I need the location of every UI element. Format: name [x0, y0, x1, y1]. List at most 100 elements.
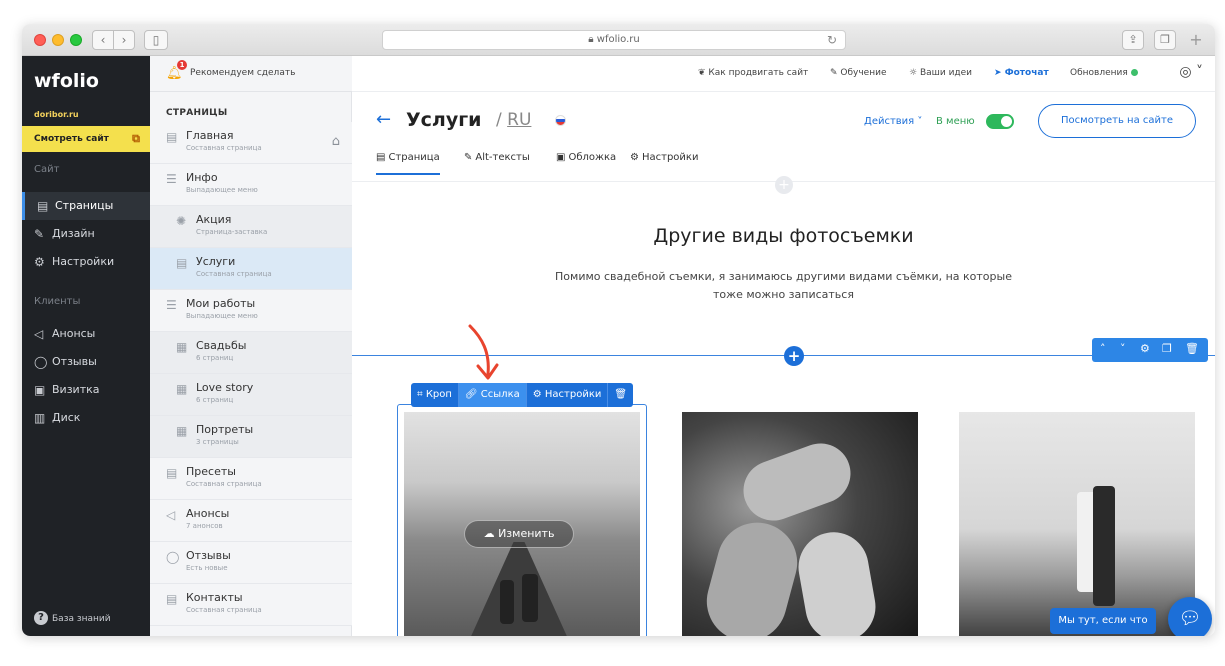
tabs-overview-icon[interactable]: ❐ — [1154, 30, 1176, 50]
image-settings-button[interactable]: ⚙ Настройки — [527, 383, 609, 407]
move-up-icon[interactable]: ˄ — [1100, 342, 1106, 355]
page-name: Главная — [186, 129, 234, 142]
brush-icon: ✎ — [34, 227, 45, 241]
page-name: Пресеты — [186, 465, 236, 478]
knowledge-base-link[interactable]: ? База знаний — [22, 602, 150, 636]
sprout-icon: ❦ — [698, 68, 709, 78]
sidebar-item-design[interactable]: ✎ Дизайн — [22, 220, 150, 248]
section-site: Сайт — [34, 164, 60, 175]
hand-shape — [735, 434, 859, 530]
minimize-window-button[interactable] — [52, 34, 64, 46]
add-block-button[interactable]: + — [784, 346, 804, 366]
view-on-site-button[interactable]: Посмотреть на сайте — [1038, 104, 1196, 138]
road-shape — [464, 542, 574, 636]
section-description[interactable]: Помимо свадебной съемки, я занимаюсь дру… — [552, 268, 1015, 304]
page-name: Свадьбы — [196, 339, 247, 352]
chat-bubble-icon[interactable]: 💬︎ — [1168, 597, 1212, 636]
page-item-my-works[interactable]: ☰ Мои работы Выпадающее меню — [150, 290, 352, 332]
gear-icon: ⚙ — [532, 389, 545, 400]
telegram-icon: ➤ — [994, 68, 1005, 78]
page-item-info[interactable]: ☰ Инфо Выпадающее меню — [150, 164, 352, 206]
address-bar[interactable]: 🔒︎ wfolio.ru ↻ — [382, 30, 846, 50]
page-item-contacts[interactable]: ▤ Контакты Составная страница — [150, 584, 352, 626]
crop-button[interactable]: ⌗ Кроп — [411, 383, 459, 407]
site-domain: doribor.ru — [34, 110, 79, 119]
main-sidebar: wfolio doribor.ru Смотреть сайт ⧉ Сайт ▤… — [22, 56, 150, 636]
ideas-link[interactable]: ☼ Ваши идеи — [909, 68, 972, 78]
page-item-love-story[interactable]: ▦ Love story 6 страниц — [150, 374, 352, 416]
grid-icon: ▦ — [176, 424, 188, 438]
sidebar-item-label: Настройки — [52, 255, 115, 268]
back-nav-icon[interactable]: ‹ — [92, 30, 114, 50]
move-down-icon[interactable]: ˅ — [1120, 342, 1126, 355]
page-item-reviews[interactable]: ◯ Отзывы Есть новые — [150, 542, 352, 584]
page-subtitle: Составная страница — [186, 606, 262, 614]
russian-flag-icon — [555, 115, 566, 126]
add-block-top-button[interactable]: + — [775, 176, 793, 194]
sidebar-item-announcements[interactable]: ◁ Анонсы — [22, 320, 150, 348]
photo-couple-road[interactable]: ☁ Изменить — [404, 412, 640, 636]
promote-link[interactable]: ❦ Как продвигать сайт — [698, 68, 808, 78]
maximize-window-button[interactable] — [70, 34, 82, 46]
tab-label: Страница — [388, 152, 440, 163]
page-subtitle: Составная страница — [196, 270, 272, 278]
sidebar-item-reviews[interactable]: ◯ Отзывы — [22, 348, 150, 376]
share-icon[interactable]: ⇪ — [1122, 30, 1144, 50]
page-item-portraits[interactable]: ▦ Портреты 3 страницы — [150, 416, 352, 458]
sidebar-item-settings[interactable]: ⚙ Настройки — [22, 248, 150, 276]
photo-hands-rings[interactable] — [682, 412, 918, 636]
user-menu-icon[interactable]: ◎ ˅ — [1179, 64, 1203, 80]
tab-label: Обложка — [568, 152, 617, 163]
tab-page[interactable]: ▤ Страница — [376, 152, 440, 175]
link-button[interactable]: 🔗︎ Ссылка — [458, 383, 527, 407]
page-item-promo[interactable]: ✺ Акция Страница-заставка — [150, 206, 352, 248]
sidebar-item-pages[interactable]: ▤ Страницы — [22, 192, 150, 220]
crop-label: Кроп — [425, 389, 452, 400]
actions-dropdown[interactable]: Действия ˅ — [864, 116, 922, 127]
page-subtitle: Составная страница — [186, 480, 262, 488]
gear-icon[interactable]: ⚙ — [1140, 342, 1150, 355]
app-logo[interactable]: wfolio — [34, 70, 99, 92]
back-arrow-icon[interactable]: ← — [376, 109, 391, 130]
photochat-link[interactable]: ➤ Фоточат — [994, 68, 1049, 78]
updates-link[interactable]: Обновления — [1070, 68, 1138, 78]
figure-woman — [500, 580, 514, 624]
language-link[interactable]: / RU — [496, 110, 531, 130]
forward-nav-icon[interactable]: › — [113, 30, 135, 50]
close-window-button[interactable] — [34, 34, 46, 46]
chevron-down-icon: ˅ — [917, 116, 923, 127]
sidebar-item-card[interactable]: ▣ Визитка — [22, 376, 150, 404]
megaphone-icon: ◁ — [166, 508, 176, 522]
notification-bar[interactable]: 🔔︎ 1 Рекомендуем сделать — [150, 56, 352, 92]
page-item-home[interactable]: ▤ Главная Составная страница ⌂ — [150, 122, 352, 164]
chat-prompt-label[interactable]: Мы тут, если что — [1050, 608, 1156, 634]
page-item-presets[interactable]: ▤ Пресеты Составная страница — [150, 458, 352, 500]
change-image-button[interactable]: ☁ Изменить — [464, 520, 574, 548]
photo-couple-sea[interactable] — [959, 412, 1195, 636]
duplicate-icon[interactable]: ❐ — [1162, 342, 1172, 355]
tab-cover[interactable]: ▣ Обложка — [556, 152, 616, 173]
page-subtitle: 6 страниц — [196, 396, 234, 404]
tab-settings[interactable]: ⚙ Настройки — [630, 152, 698, 173]
view-site-button[interactable]: Смотреть сайт ⧉ — [22, 126, 150, 152]
gear-icon: ⚙ — [34, 255, 45, 269]
trash-icon[interactable]: 🗑︎ — [1185, 342, 1199, 355]
actions-label: Действия — [864, 116, 915, 127]
sidebar-toggle-icon[interactable]: ▯ — [144, 30, 168, 50]
new-tab-icon[interactable]: + — [1186, 30, 1206, 50]
lightbulb-icon: ☼ — [909, 68, 920, 78]
sidebar-item-disk[interactable]: ▥ Диск — [22, 404, 150, 432]
home-icon: ⌂ — [331, 134, 340, 149]
reload-icon[interactable]: ↻ — [827, 31, 837, 49]
page-item-announcements[interactable]: ◁ Анонсы 7 анонсов — [150, 500, 352, 542]
in-menu-toggle[interactable] — [986, 114, 1014, 129]
learning-link[interactable]: ✎ Обучение — [830, 68, 887, 78]
delete-image-button[interactable]: 🗑︎ — [608, 383, 633, 407]
chat-icon: ◯ — [34, 355, 48, 369]
section-title[interactable]: Другие виды фотосъемки — [352, 225, 1215, 247]
page-item-services[interactable]: ▤ Услуги Составная страница — [150, 248, 352, 290]
tab-alt-texts[interactable]: ✎ Alt-тексты — [464, 152, 530, 173]
page-item-weddings[interactable]: ▦ Свадьбы 6 страниц — [150, 332, 352, 374]
tab-label: Настройки — [641, 152, 699, 163]
megaphone-icon: ◁ — [34, 327, 44, 341]
